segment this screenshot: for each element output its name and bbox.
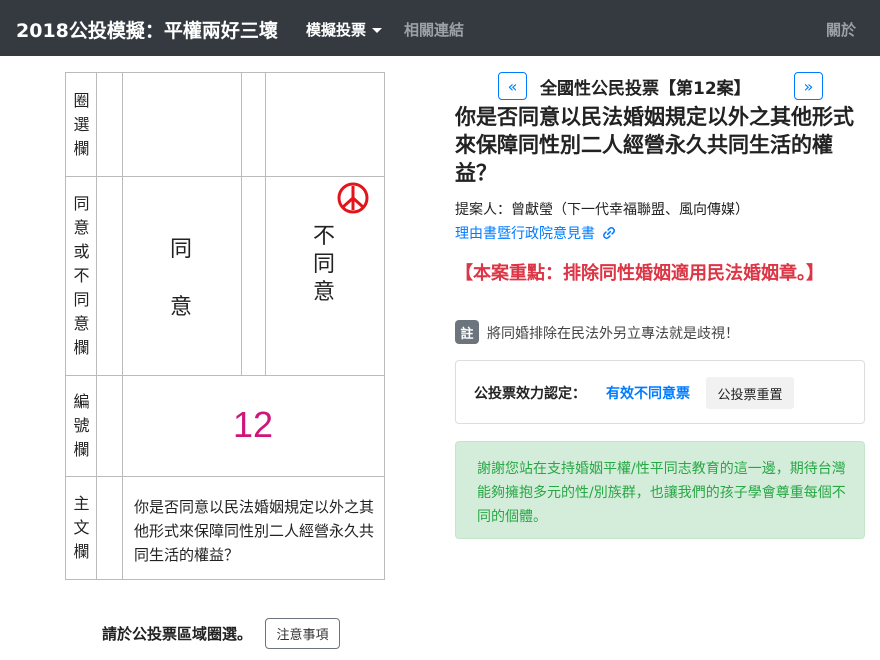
agree-option-label: 同意 [169,237,192,320]
result-alert-text: 謝謝您站在支持婚姻平權/性平同志教育的這一邊，期待台灣能夠擁抱多元的性/別族群，… [477,461,846,525]
reason-link-label: 理由書暨行政院意見書 [455,226,595,242]
link-icon [603,227,616,239]
label-circle-text: 圈選欄 [73,90,90,158]
next-case-button[interactable]: » [794,72,823,100]
case-key-point: 【本案重點：排除同性婚姻適用民法婚姻章。】 [455,263,824,284]
case-question: 你是否同意以民法婚姻規定以外之其他形式來保障同性別二人經營永久共同生活的權益？ [455,105,854,185]
prev-case-button[interactable]: « [498,72,527,100]
nav-dropdown-simulate-vote[interactable]: 模擬投票 [306,19,383,40]
validity-status: 有效不同意票 [606,386,690,402]
note-badge: 註 [455,320,479,344]
vote-stamp-icon [337,182,369,214]
nav-link-related[interactable]: 相關連結 [404,19,464,40]
caret-down-icon [372,28,383,33]
label-main-column: 主文欄 [66,476,97,579]
label-number-text: 編號欄 [73,391,90,459]
case-proposer: 提案人：曾獻瑩（下一代幸福聯盟、風向傳媒） [455,202,749,218]
validity-card: 公投票效力認定： 有效不同意票 公投票重置 [455,360,865,424]
case-title: 全國性公民投票【第12案】 [540,79,751,99]
nav-dropdown-label: 模擬投票 [306,21,367,39]
reason-document-link[interactable]: 理由書暨行政院意見書 [455,223,616,243]
site-brand[interactable]: 2018公投模擬：平權兩好三壞 [16,16,278,43]
ballot-number: 12 [232,404,274,445]
reset-ballot-button[interactable]: 公投票重置 [706,377,794,409]
validity-label: 公投票效力認定： [474,386,586,402]
circle-instruction: 請於公投票區域圈選。 [102,625,253,643]
ballot-main-text: 你是否同意以民法婚姻規定以外之其他形式來保障同性別二人經營永久共同生活的權益？ [134,498,375,564]
label-number-column: 編號欄 [66,375,97,476]
label-agree-text: 同意或不同意欄 [73,193,90,357]
label-circle-column: 圈選欄 [66,73,97,176]
label-agree-column: 同意或不同意欄 [66,176,97,375]
ballot-divider [66,476,384,477]
disagree-option-label: 不同意 [312,224,335,305]
top-navbar: 2018公投模擬：平權兩好三壞 模擬投票 相關連結 關於 [0,0,880,56]
result-alert: 謝謝您站在支持婚姻平權/性平同志教育的這一邊，期待台灣能夠擁抱多元的性/別族群，… [455,441,865,539]
nav-link-about[interactable]: 關於 [826,19,856,40]
note-text: 將同婚排除在民法外另立專法就是歧視！ [487,326,739,342]
ballot-sheet: 圈選欄 同意或不同意欄 編號欄 主文欄 同意 不同意 12 你是否同意以民法婚姻… [65,72,385,580]
ballot-divider [241,73,242,375]
label-main-text: 主文欄 [73,493,90,561]
notice-button[interactable]: 注意事項 [265,618,340,649]
